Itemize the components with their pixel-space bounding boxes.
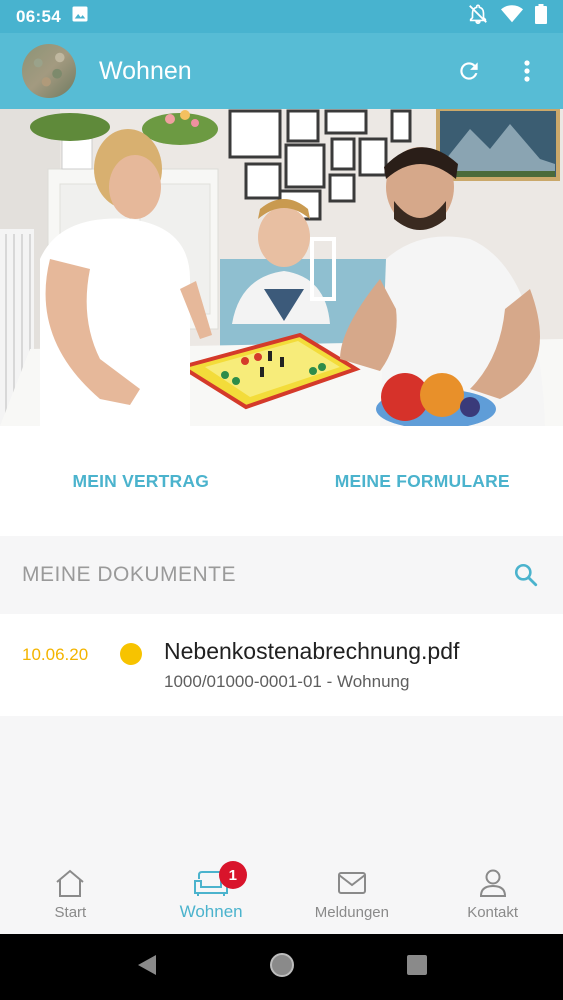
nav-label: Wohnen	[179, 902, 243, 921]
overview-icon[interactable]	[406, 954, 428, 981]
person-icon	[479, 868, 507, 898]
my-forms-link[interactable]: MEINE FORMULARE	[282, 471, 563, 492]
nav-label: Meldungen	[314, 904, 389, 921]
avatar[interactable]	[22, 44, 76, 98]
nav-item-wohnen[interactable]: 1 Wohnen	[141, 854, 282, 934]
documents-header: MEINE DOKUMENTE	[0, 536, 563, 614]
app-bar: Wohnen	[0, 33, 563, 109]
hero-image	[0, 109, 563, 426]
document-filename: Nebenkostenabrechnung.pdf	[164, 638, 460, 664]
bottom-navigation: Start 1 Wohnen Meldungen Kontakt	[0, 854, 563, 934]
status-dot-icon	[120, 643, 142, 665]
nav-item-meldungen[interactable]: Meldungen	[282, 854, 423, 934]
nav-item-kontakt[interactable]: Kontakt	[422, 854, 563, 934]
home-icon	[54, 868, 86, 898]
status-bar: 06:54	[0, 0, 563, 33]
document-list-item[interactable]: 10.06.20 Nebenkostenabrechnung.pdf 1000/…	[0, 614, 563, 716]
nav-label: Kontakt	[467, 904, 519, 921]
search-icon[interactable]	[511, 560, 541, 590]
system-navigation-bar	[0, 934, 563, 1000]
image-icon	[71, 5, 89, 28]
status-time: 06:54	[16, 6, 61, 26]
document-date: 10.06.20	[22, 645, 89, 664]
battery-icon	[535, 4, 547, 29]
refresh-icon[interactable]	[455, 57, 483, 85]
nav-label: Start	[54, 904, 87, 921]
more-vert-icon[interactable]	[513, 57, 541, 85]
page-title: Wohnen	[99, 56, 192, 85]
notification-badge: 1	[218, 861, 247, 889]
nav-item-start[interactable]: Start	[0, 854, 141, 934]
back-icon[interactable]	[136, 953, 158, 982]
notifications-off-icon	[467, 3, 489, 30]
wifi-icon	[501, 4, 523, 29]
documents-section-title: MEINE DOKUMENTE	[22, 563, 237, 586]
my-contract-link[interactable]: MEIN VERTRAG	[0, 471, 282, 492]
mail-icon	[337, 868, 367, 898]
home-circle-icon[interactable]	[269, 952, 295, 983]
contract-links: MEIN VERTRAG MEINE FORMULARE	[0, 426, 563, 536]
document-subtitle: 1000/01000-0001-01 - Wohnung	[164, 672, 410, 691]
